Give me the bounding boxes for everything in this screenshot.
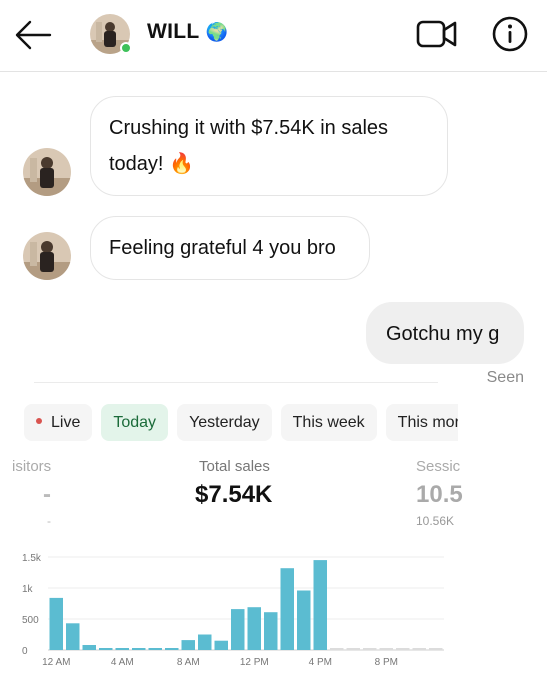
bar-hour-14[interactable] — [280, 568, 295, 650]
y-tick-label: 0 — [22, 646, 28, 657]
chat-header: WILL 🌍 — [0, 0, 547, 72]
sessions-value: 10.5 — [416, 481, 463, 508]
y-tick-label: 1.5k — [22, 553, 42, 564]
message-text: Crushing it with $7.54K in sales — [109, 117, 389, 139]
bar-hour-4[interactable] — [115, 648, 130, 650]
bar-hour-15[interactable] — [297, 590, 311, 651]
sessions-label: Sessic — [416, 458, 461, 475]
y-tick-label: 1k — [22, 584, 34, 595]
bar-hour-18[interactable] — [346, 648, 361, 650]
total-sales-value: $7.54K — [195, 481, 273, 508]
message-bubble-received[interactable]: Crushing it with $7.54K in sales today! … — [90, 96, 448, 196]
back-arrow-icon[interactable] — [14, 18, 52, 52]
x-tick-label: 4 PM — [309, 657, 332, 668]
bar-hour-8[interactable] — [181, 640, 196, 650]
message-text: Feeling grateful 4 you bro — [109, 237, 336, 259]
seen-status: Seen — [486, 369, 524, 386]
x-tick-label: 8 AM — [177, 657, 200, 668]
sessions-sub: 10.56K — [416, 514, 455, 528]
online-status-dot — [120, 42, 132, 54]
info-icon[interactable] — [491, 15, 529, 53]
sender-avatar[interactable] — [23, 232, 71, 280]
bar-hour-6[interactable] — [148, 648, 163, 650]
globe-icon: 🌍 — [205, 21, 229, 42]
x-tick-label: 12 PM — [240, 657, 269, 668]
bar-hour-22[interactable] — [412, 648, 427, 650]
contact-name-text: WILL — [147, 20, 200, 43]
visitors-sub: - — [47, 514, 51, 528]
screenshot-divider — [34, 382, 438, 383]
filter-this-month[interactable]: This mor — [385, 404, 458, 441]
sender-avatar[interactable] — [23, 148, 71, 196]
message-bubble-received[interactable]: Feeling grateful 4 you bro — [90, 216, 370, 280]
contact-name[interactable]: WILL 🌍 — [147, 20, 228, 44]
total-sales-label: Total sales — [199, 458, 270, 475]
bar-hour-23[interactable] — [429, 648, 443, 650]
bar-hour-17[interactable] — [330, 648, 344, 650]
bar-hour-3[interactable] — [99, 648, 113, 650]
y-tick-label: 500 — [22, 615, 39, 626]
live-dot-icon — [36, 417, 42, 424]
message-bubble-sent[interactable]: Gotchu my g — [366, 302, 524, 364]
bar-hour-1[interactable] — [66, 623, 80, 650]
bar-hour-13[interactable] — [264, 612, 278, 650]
sales-bar-chart: 1.5k 1k 500 0 12 AM 4 AM 8 AM 12 PM 4 PM 8 PM — [22, 553, 444, 668]
filter-today[interactable]: Today — [101, 404, 169, 441]
filter-label: This week — [292, 414, 365, 431]
filter-live[interactable]: Live — [24, 404, 93, 441]
x-tick-label: 4 AM — [111, 657, 134, 668]
bar-hour-12[interactable] — [247, 607, 262, 650]
bar-hour-10[interactable] — [214, 640, 229, 650]
bar-hour-2[interactable] — [82, 645, 97, 650]
bar-hour-11[interactable] — [231, 609, 245, 650]
message-text: Gotchu my g — [386, 323, 500, 345]
message-text: today! 🔥 — [109, 153, 194, 175]
bar-hour-9[interactable] — [198, 634, 212, 651]
video-call-icon[interactable] — [416, 17, 458, 51]
bar-hour-20[interactable] — [379, 648, 394, 650]
filter-label: Live — [51, 414, 81, 431]
bar-hour-19[interactable] — [363, 648, 377, 650]
filter-bar: Live Today Yesterday This week This mor — [0, 396, 458, 446]
bar-hour-16[interactable] — [313, 560, 328, 650]
x-tick-label: 12 AM — [42, 657, 70, 668]
x-tick-label: 8 PM — [375, 657, 398, 668]
bar-hour-0[interactable] — [49, 597, 64, 650]
bar-hour-5[interactable] — [132, 648, 146, 650]
filter-yesterday[interactable]: Yesterday — [177, 404, 272, 441]
filter-label: Today — [113, 414, 157, 431]
filter-this-week[interactable]: This week — [280, 404, 377, 441]
bar-hour-21[interactable] — [396, 648, 410, 650]
visitors-value: - — [43, 481, 51, 508]
filter-label: This mor — [397, 414, 458, 431]
bar-hour-7[interactable] — [165, 648, 179, 650]
visitors-label: isitors — [12, 458, 52, 475]
filter-label: Yesterday — [189, 414, 260, 431]
